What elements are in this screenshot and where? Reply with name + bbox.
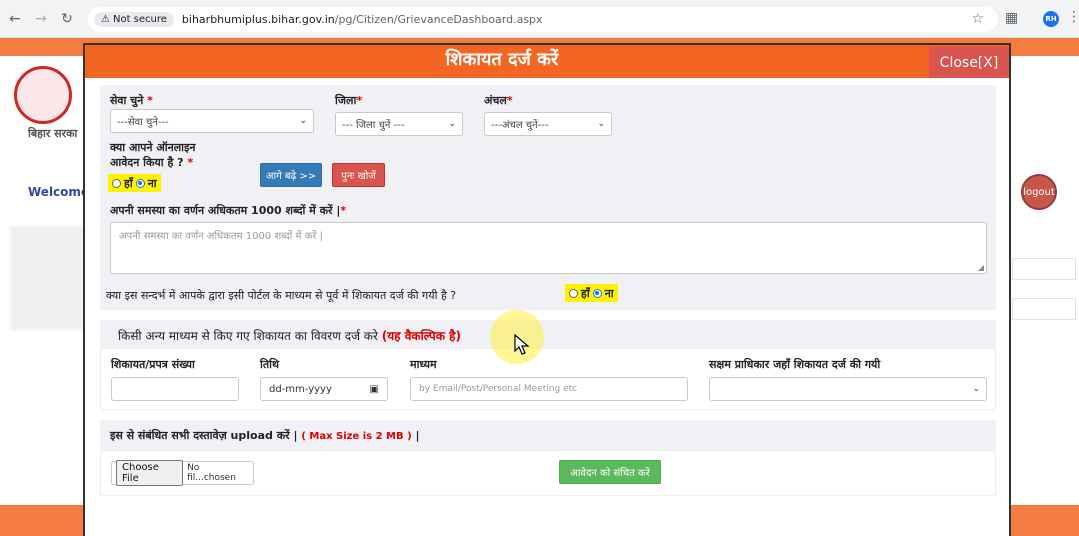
profile-avatar[interactable]: RH bbox=[1043, 11, 1059, 27]
grievance-modal: शिकायत दर्ज करें Close[X] सेवा चुने * --… bbox=[83, 43, 1011, 536]
modal-title: शिकायत दर्ज करें bbox=[445, 49, 559, 70]
choose-file-button[interactable]: Choose File bbox=[116, 460, 184, 486]
district-label: जिला* bbox=[335, 94, 363, 107]
reload-icon[interactable]: ↻ bbox=[56, 8, 78, 30]
browser-toolbar: ← → ↻ ⚠ Not secure biharbhumiplus.bihar.… bbox=[0, 0, 1079, 38]
online-question-label: क्या आपने ऑनलाइन आवेदन किया है ? * bbox=[110, 141, 196, 169]
mouse-cursor-icon bbox=[514, 334, 530, 355]
resize-grip-icon[interactable]: ◢ bbox=[978, 263, 984, 272]
prior-complaint-question: क्या इस सन्दर्भ में आपके द्वारा इसी पोर्… bbox=[106, 289, 457, 302]
prior-yes-radio[interactable] bbox=[569, 288, 578, 298]
district-select[interactable]: --- जिला चुनें --- ⌄ bbox=[335, 112, 463, 136]
other-medium-header: किसी अन्य माध्यम से किए गए शिकायत का विव… bbox=[100, 320, 996, 348]
documents-heading: इस से संबंधित सभी दस्तावेज़ upload करें … bbox=[110, 429, 420, 442]
medium-label: माध्यम bbox=[410, 358, 437, 371]
online-no-radio[interactable] bbox=[135, 178, 145, 188]
search-again-button[interactable]: पुनः खोजें bbox=[332, 163, 385, 187]
circle-label: अंचल* bbox=[484, 94, 513, 107]
forward-icon[interactable]: → bbox=[30, 8, 52, 30]
other-medium-form: शिकायत/प्रपत्र संख्या तिथि dd-mm-yyyy ▣ … bbox=[100, 348, 996, 410]
description-textarea[interactable]: अपनी समस्या का वर्णन अधिकतम 1000 शब्दों … bbox=[110, 222, 987, 274]
bookmark-star-icon[interactable]: ☆ bbox=[971, 11, 984, 27]
date-input[interactable]: dd-mm-yyyy ▣ bbox=[260, 377, 388, 401]
extensions-icon[interactable]: ▦ bbox=[1005, 10, 1018, 26]
complaint-number-input[interactable] bbox=[111, 377, 239, 401]
calendar-icon[interactable]: ▣ bbox=[370, 384, 379, 395]
address-bar[interactable]: ⚠ Not secure biharbhumiplus.bihar.gov.in… bbox=[88, 7, 998, 32]
modal-header: शिकायत दर्ज करें Close[X] bbox=[85, 45, 1009, 78]
documents-form: Choose File No fil...chosen आवेदन को संच… bbox=[100, 450, 996, 496]
online-yes-radio[interactable] bbox=[112, 178, 121, 188]
chevron-down-icon: ⌄ bbox=[448, 119, 456, 129]
authority-select[interactable]: ⌄ bbox=[709, 377, 987, 401]
service-select[interactable]: ---सेवा चुने--- ⌄ bbox=[110, 109, 314, 133]
authority-label: सक्षम प्राधिकार जहाँ शिकायत दर्ज की गयी bbox=[709, 358, 881, 371]
not-secure-badge[interactable]: ⚠ Not secure bbox=[94, 12, 174, 27]
medium-input[interactable]: by Email/Post/Personal Meeting etc bbox=[410, 377, 688, 401]
url-text: biharbhumiplus.bihar.gov.in/pg/Citizen/G… bbox=[181, 13, 543, 26]
file-upload-input[interactable]: Choose File No fil...chosen bbox=[111, 460, 254, 486]
close-button[interactable]: Close[X] bbox=[929, 47, 1009, 78]
file-name-text: No fil...chosen bbox=[187, 463, 236, 483]
prior-no-radio[interactable] bbox=[592, 288, 602, 298]
chevron-down-icon: ⌄ bbox=[597, 119, 605, 129]
documents-header: इस से संबंधित सभी दस्तावेज़ upload करें … bbox=[100, 420, 996, 450]
chevron-down-icon: ⌄ bbox=[972, 384, 980, 394]
prior-complaint-radio-group: हाँ ना bbox=[565, 284, 618, 302]
other-medium-heading: किसी अन्य माध्यम से किए गए शिकायत का विव… bbox=[118, 329, 461, 343]
date-label: तिथि bbox=[260, 358, 279, 371]
circle-select[interactable]: ---अंचल चुनें--- ⌄ bbox=[484, 112, 612, 136]
back-icon[interactable]: ← bbox=[4, 8, 26, 30]
save-application-button[interactable]: आवेदन को संचित करें bbox=[559, 460, 661, 484]
chevron-down-icon: ⌄ bbox=[299, 116, 307, 126]
browser-menu-icon[interactable]: ⋮ bbox=[1067, 9, 1079, 25]
complaint-number-label: शिकायत/प्रपत्र संख्या bbox=[111, 358, 195, 371]
online-radio-group: हाँ ना bbox=[108, 174, 161, 192]
description-label: अपनी समस्या का वर्णन अधिकतम 1000 शब्दों … bbox=[110, 204, 347, 217]
main-form-section: सेवा चुने * ---सेवा चुने--- ⌄ जिला* --- ज… bbox=[100, 85, 996, 310]
service-label: सेवा चुने * bbox=[110, 94, 153, 107]
warning-icon: ⚠ bbox=[101, 14, 110, 25]
next-button[interactable]: आगे बढ़े >> bbox=[260, 163, 322, 187]
